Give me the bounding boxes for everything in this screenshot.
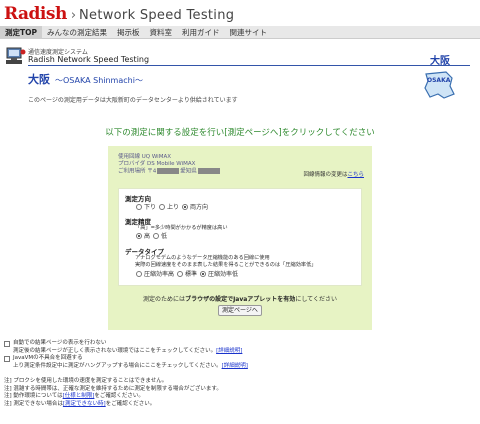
change-link[interactable]: こちら	[347, 172, 364, 178]
site-header: Radish › Network Speed Testing	[4, 4, 234, 26]
javavm-desc-row: 上り測定条件設定中に測定がハングアップする場合にここをチェックしてください。[詳…	[4, 363, 248, 371]
settings-panel: 使用回線 UQ WiMAX プロバイダ DS Mobile WiMAX ご利用場…	[108, 146, 372, 330]
note3-pre: 注] 動作環境については	[4, 393, 63, 399]
javavm-detail-link[interactable]: [詳細説明]	[222, 363, 248, 369]
radish-logo[interactable]: Radish	[4, 4, 67, 24]
auto-result-desc: 測定後の結果ページが正しく表示されない環境ではここをチェックしてください。	[13, 347, 217, 354]
java-note-bold: ブラウザの設定でJavaアプレットを有効	[185, 296, 296, 303]
auto-result-option: 自動での結果ページの表示を行わない	[4, 340, 248, 348]
region-divider	[418, 65, 470, 66]
instruction-text: 以下の測定に関する設定を行い[測定ページへ]をクリックしてください	[105, 128, 375, 138]
direction-options: 下り 上り 両方向	[133, 202, 208, 211]
system-title-block: 通信速度測定システム Radish Network Speed Testing …	[4, 46, 476, 68]
java-note-pre: 測定のためには	[143, 296, 186, 303]
location-row: ご利用場所 〒4 愛知県	[118, 168, 221, 176]
nav-item-board[interactable]: 掲示板	[112, 26, 145, 39]
javavm-label: JavaVMの不具合を回避する	[13, 355, 83, 361]
system-title: Radish Network Speed Testing	[28, 55, 150, 64]
computer-icon	[6, 47, 26, 64]
nav-item-library[interactable]: 資料室	[145, 26, 178, 39]
radio-download-label: 下り	[144, 204, 157, 211]
data-source-note: このページの測定用データは大阪新町のデータセンターより供給されています	[28, 97, 238, 104]
datatype-desc-1: アナログモデムのようなデータ圧縮機能のある回線に使用	[135, 255, 270, 261]
note-troubleshoot: 注] 測定できない場合は[測定できない時]をご確認ください。	[4, 401, 222, 409]
region-subtitle: ～OSAKA Shinmachi～	[55, 76, 143, 85]
line-type: 使用回線 UQ WiMAX	[118, 154, 171, 160]
datatype-desc-2: 実際の回線速度をそのまま表した結果を得ることができるのは「圧縮効率低」	[135, 262, 317, 268]
note3-post: をご確認ください。	[94, 393, 144, 399]
radio-low-label: 低	[161, 233, 168, 240]
javavm-checkbox[interactable]	[4, 355, 10, 362]
radio-upload[interactable]	[159, 203, 166, 210]
masked-address	[197, 168, 220, 174]
accuracy-options: 高 低	[133, 231, 167, 240]
region-name: 大阪	[28, 73, 50, 86]
osaka-badge-text: OSAKA	[427, 77, 451, 84]
footer-notes: 注] プロクシを使用した環境の速度を測定することはできません。 注] 混雑する時…	[4, 378, 222, 408]
masked-postal	[157, 168, 180, 174]
note-congestion: 注] 混雑する時間帯は、正確な測定を維持するために測定を制限する場合がございます…	[4, 385, 222, 392]
radio-compress-high-label: 圧縮効率高	[144, 271, 175, 278]
auto-result-desc-row: 測定後の結果ページが正しく表示されない環境ではここをチェックしてください。[詳細…	[4, 348, 248, 356]
auto-result-detail-link[interactable]: [詳細説明]	[216, 348, 242, 354]
radio-both[interactable]	[182, 203, 189, 210]
java-note: 測定のためにはブラウザの設定でJavaアプレットを有効にしてください	[108, 294, 372, 303]
accuracy-desc: 「高」=多少時間がかかるが精度は高い	[135, 225, 228, 231]
title-divider	[28, 65, 424, 66]
provider: プロバイダ DS Mobile WiMAX	[118, 161, 196, 167]
radio-download[interactable]	[136, 203, 142, 210]
auto-result-label: 自動での結果ページの表示を行わない	[13, 340, 107, 346]
region-heading: 大阪 ～OSAKA Shinmachi～	[28, 71, 143, 87]
change-line-info: 回線情報の変更はこちら	[303, 170, 364, 178]
javavm-option: JavaVMの不具合を回避する	[4, 355, 248, 363]
radio-standard[interactable]	[177, 270, 184, 277]
radio-both-label: 両方向	[190, 204, 209, 211]
site-title: Network Speed Testing	[79, 8, 235, 23]
connection-info: 使用回線 UQ WiMAX プロバイダ DS Mobile WiMAX ご利用場…	[118, 154, 221, 176]
note4-pre: 注] 測定できない場合は	[4, 400, 63, 407]
radio-standard-label: 標準	[185, 271, 198, 278]
location-pref: 愛知県	[180, 168, 197, 175]
radio-high-label: 高	[144, 233, 151, 240]
note4-post: をご確認ください。	[105, 400, 156, 407]
note-proxy: 注] プロクシを使用した環境の速度を測定することはできません。	[4, 378, 168, 384]
note-environment: 注] 動作環境については[仕様と制限]をご確認ください。	[4, 393, 222, 401]
nav-item-top[interactable]: 測定TOP	[0, 25, 42, 39]
location-prefix: ご利用場所 〒4	[118, 168, 157, 175]
options-box: 測定方向 下り 上り 両方向 測定精度 「高」=多少時間がかかるが精度は高い 高…	[118, 188, 362, 286]
logo-separator: ›	[70, 8, 77, 23]
footer-options: 自動での結果ページの表示を行わない 測定後の結果ページが正しく表示されない環境で…	[4, 340, 248, 370]
change-text: 回線情報の変更は	[303, 172, 348, 178]
go-to-test-button[interactable]: 測定ページへ	[218, 305, 262, 316]
radio-low[interactable]	[153, 232, 160, 239]
datatype-options: 圧縮効率高 標準 圧縮効率低	[133, 269, 238, 278]
javavm-desc: 上り測定条件設定中に測定がハングアップする場合にここをチェックしてください。	[13, 362, 222, 369]
nav-item-guide[interactable]: 利用ガイド	[177, 26, 225, 39]
cannot-test-link[interactable]: [測定できない時]	[63, 401, 106, 407]
radio-upload-label: 上り	[167, 204, 180, 211]
java-note-post: にしてください	[295, 296, 337, 303]
auto-result-checkbox[interactable]	[4, 340, 10, 347]
nav-item-results[interactable]: みんなの測定結果	[42, 26, 112, 39]
spec-limit-link[interactable]: [仕様と制限]	[63, 393, 95, 399]
top-nav: 測定TOP みんなの測定結果 掲示板 資料室 利用ガイド 関連サイト	[0, 25, 480, 39]
radio-compress-low[interactable]	[200, 270, 207, 277]
osaka-map-icon: OSAKA	[424, 71, 455, 99]
radio-compress-low-label: 圧縮効率低	[208, 271, 239, 278]
nav-item-related[interactable]: 関連サイト	[225, 26, 273, 39]
radio-compress-high[interactable]	[136, 270, 142, 277]
radio-high[interactable]	[136, 232, 142, 239]
